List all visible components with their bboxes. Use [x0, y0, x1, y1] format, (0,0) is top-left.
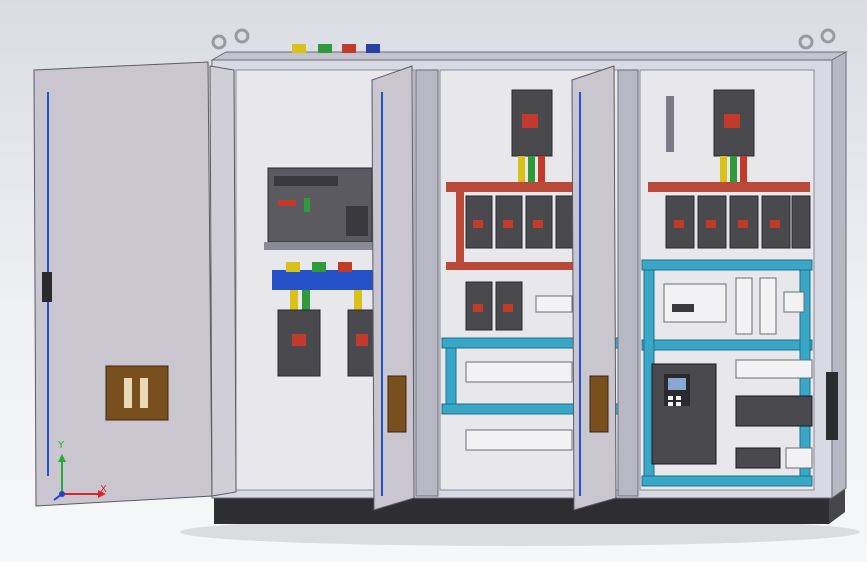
phase-cables-2	[518, 156, 545, 182]
phase-cables-3	[720, 156, 747, 182]
busbar-caps	[286, 262, 352, 272]
terminal-column	[666, 96, 674, 152]
divider-1	[415, 69, 439, 497]
lifting-eyes	[211, 28, 836, 50]
axis-y-label: Y	[58, 440, 65, 451]
terminal-strip-3a	[735, 359, 813, 379]
cabinet-plinth	[214, 496, 829, 524]
left-door-handle	[42, 272, 52, 302]
middle-door-1-handle	[387, 375, 407, 433]
middle-door-2-handle	[589, 375, 609, 433]
contactor-row	[735, 395, 813, 427]
red-busbar-2	[446, 182, 576, 192]
middle-door-2	[571, 65, 617, 511]
cabinet-scene	[33, 28, 860, 546]
left-door-inner-frame	[209, 65, 237, 497]
relay-block	[783, 291, 805, 313]
plc-module	[663, 283, 727, 323]
left-door-handle-plate	[105, 365, 169, 421]
terminal-strip-3b	[735, 447, 781, 469]
middle-door-1	[371, 65, 415, 511]
io-module-1	[735, 277, 753, 335]
axis-x-label: X	[100, 484, 107, 495]
terminal-strip-2c	[465, 429, 573, 451]
cabinet-top	[210, 51, 848, 61]
red-busbar-3	[648, 182, 810, 192]
divider-2	[617, 69, 639, 497]
io-module-2	[759, 277, 777, 335]
terminal-strip-2a	[535, 295, 573, 313]
terminal-strip-3c	[785, 447, 813, 469]
terminal-strip-2b	[465, 361, 573, 383]
blue-busbar	[272, 270, 376, 290]
side-vent	[826, 372, 838, 440]
